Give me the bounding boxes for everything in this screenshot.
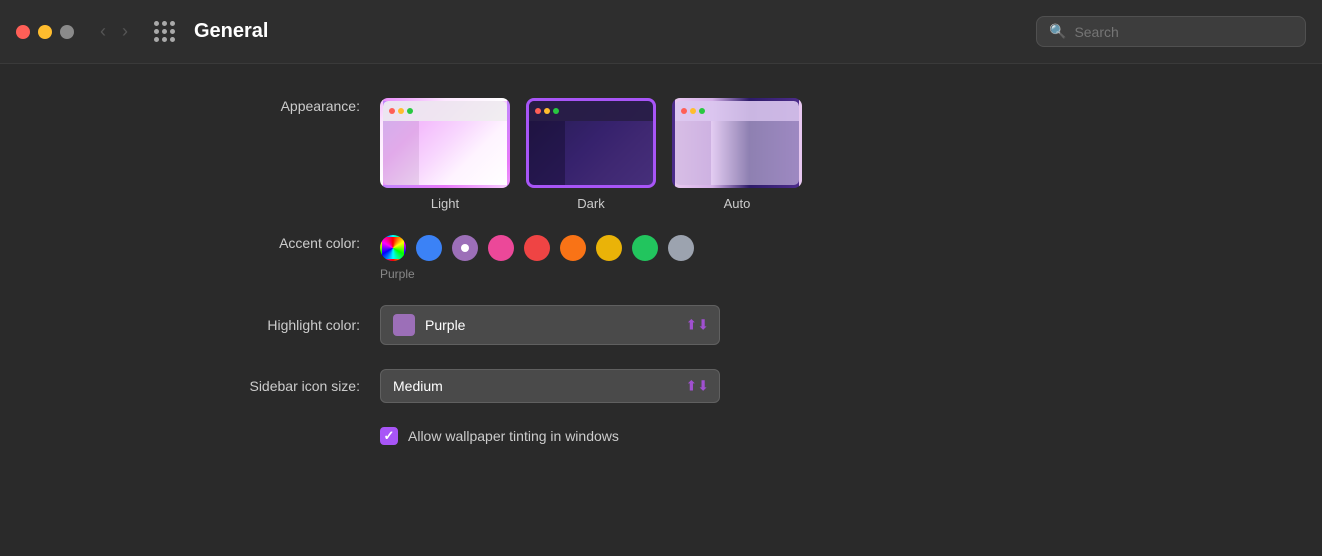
- accent-colors: [380, 235, 694, 261]
- appearance-option-dark[interactable]: Dark: [526, 98, 656, 211]
- appearance-option-light[interactable]: Light: [380, 98, 510, 211]
- appearance-thumbnail-dark: [526, 98, 656, 188]
- wallpaper-tinting-row: ✓ Allow wallpaper tinting in windows: [380, 427, 619, 445]
- sidebar-icon-size-select[interactable]: Medium ⬆⬇: [380, 369, 720, 403]
- search-input[interactable]: [1074, 24, 1293, 40]
- accent-blue[interactable]: [416, 235, 442, 261]
- appearance-label-auto: Auto: [724, 196, 751, 211]
- accent-pink[interactable]: [488, 235, 514, 261]
- titlebar: ‹ › General 🔍: [0, 0, 1322, 64]
- accent-yellow[interactable]: [596, 235, 622, 261]
- sidebar-icon-size-label: Sidebar icon size:: [200, 378, 360, 394]
- appearance-row: Appearance: Light: [200, 94, 802, 211]
- appearance-label-light: Light: [431, 196, 459, 211]
- sidebar-icon-size-value: Medium: [393, 378, 443, 394]
- appearance-options: Light Dark: [380, 98, 802, 211]
- traffic-lights: [16, 25, 74, 39]
- highlight-color-swatch: [393, 314, 415, 336]
- accent-green[interactable]: [632, 235, 658, 261]
- forward-button[interactable]: ›: [116, 17, 134, 46]
- accent-colors-section: Purple: [380, 235, 694, 281]
- highlight-color-label: Highlight color:: [200, 317, 360, 333]
- accent-color-label: Accent color:: [200, 235, 360, 251]
- minimize-button[interactable]: [38, 25, 52, 39]
- appearance-label: Appearance:: [200, 98, 360, 114]
- highlight-color-select[interactable]: Purple ⬆⬇: [380, 305, 720, 345]
- apps-grid-icon: [154, 21, 175, 42]
- highlight-color-value: Purple: [425, 317, 465, 333]
- accent-red[interactable]: [524, 235, 550, 261]
- accent-purple[interactable]: [452, 235, 478, 261]
- grid-icon[interactable]: [150, 18, 178, 46]
- nav-buttons: ‹ ›: [94, 17, 134, 46]
- highlight-color-arrow-icon: ⬆⬇: [686, 317, 709, 334]
- accent-color-row: Accent color: Purple: [200, 235, 694, 281]
- accent-graphite[interactable]: [668, 235, 694, 261]
- search-icon: 🔍: [1049, 23, 1066, 40]
- appearance-label-dark: Dark: [577, 196, 604, 211]
- main-content: Appearance: Light: [0, 64, 1322, 475]
- appearance-thumbnail-light: [380, 98, 510, 188]
- page-title: General: [194, 20, 1024, 43]
- accent-orange[interactable]: [560, 235, 586, 261]
- accent-selected-label: Purple: [380, 267, 694, 281]
- accent-multicolor[interactable]: [380, 235, 406, 261]
- appearance-section: Light Dark: [380, 98, 802, 211]
- wallpaper-tinting-label: Allow wallpaper tinting in windows: [408, 428, 619, 444]
- wallpaper-tinting-checkbox-row: ✓ Allow wallpaper tinting in windows: [380, 427, 619, 445]
- appearance-thumbnail-auto: [672, 98, 802, 188]
- search-bar[interactable]: 🔍: [1036, 16, 1306, 47]
- sidebar-icon-size-arrow-icon: ⬆⬇: [686, 378, 709, 395]
- sidebar-icon-size-row: Sidebar icon size: Medium ⬆⬇: [200, 369, 720, 403]
- maximize-button[interactable]: [60, 25, 74, 39]
- highlight-color-row: Highlight color: Purple ⬆⬇: [200, 305, 720, 345]
- appearance-option-auto[interactable]: Auto: [672, 98, 802, 211]
- close-button[interactable]: [16, 25, 30, 39]
- checkmark-icon: ✓: [384, 428, 395, 444]
- back-button[interactable]: ‹: [94, 17, 112, 46]
- wallpaper-tinting-checkbox[interactable]: ✓: [380, 427, 398, 445]
